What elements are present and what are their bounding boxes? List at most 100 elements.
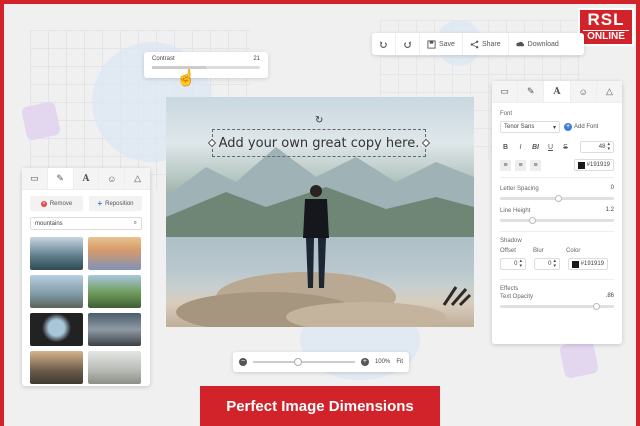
underline-label: U: [547, 143, 554, 151]
line-height-value: 1.2: [605, 207, 614, 213]
bold-italic-button[interactable]: BI: [530, 142, 541, 153]
text-opacity-label: Text Opacity: [500, 294, 534, 300]
share-label: Share: [481, 40, 501, 48]
contrast-slider[interactable]: [152, 66, 260, 69]
emoji-icon: ☺: [578, 86, 588, 97]
text-color-value: #191919: [586, 162, 610, 168]
search-icon[interactable]: ⌕: [134, 220, 137, 227]
caption-banner: Perfect Image Dimensions: [200, 386, 440, 426]
shadow-blur-stepper[interactable]: 0 ▴ ▾: [534, 258, 560, 270]
letter-spacing-value: 0: [610, 185, 614, 191]
zoom-in-button[interactable]: +: [360, 358, 369, 366]
image-thumbnail[interactable]: [88, 313, 141, 346]
slider-knob[interactable]: [528, 217, 536, 224]
shadow-color-value: #191919: [580, 261, 604, 267]
triangle-icon: △: [605, 86, 613, 96]
tab-shapes[interactable]: △: [125, 168, 150, 189]
download-label: Download: [527, 40, 559, 48]
letter-spacing-slider[interactable]: [500, 195, 614, 202]
image-thumbnail[interactable]: [30, 237, 83, 270]
standing-person: [303, 185, 329, 288]
undo-icon: [379, 40, 387, 48]
remove-label: Remove: [49, 200, 73, 207]
zoom-slider[interactable]: [253, 358, 355, 366]
align-right-button[interactable]: ≡: [530, 159, 541, 171]
image-thumbnail[interactable]: [88, 237, 141, 270]
italic-button[interactable]: I: [515, 142, 526, 153]
zoom-out-button[interactable]: −: [239, 358, 247, 366]
image-thumbnail[interactable]: [30, 351, 83, 384]
contrast-label: Contrast: [152, 56, 175, 62]
download-button[interactable]: Download: [509, 33, 566, 55]
caption-text: Perfect Image Dimensions: [226, 397, 414, 415]
tab-images[interactable]: ▭: [22, 168, 48, 189]
redo-icon: [404, 40, 412, 48]
remove-button[interactable]: × Remove: [30, 196, 83, 211]
align-center-button[interactable]: ≡: [515, 159, 526, 171]
stepper-arrows-icon[interactable]: ▴ ▾: [553, 259, 556, 269]
tab-text[interactable]: A: [544, 81, 571, 102]
panel-tabs: ▭ ✎ A ☺ △: [492, 81, 623, 103]
undo-button[interactable]: [372, 33, 396, 55]
image-thumbnail[interactable]: [30, 313, 83, 346]
canvas-text[interactable]: Add your own great copy here.: [219, 136, 420, 151]
strikethrough-button[interactable]: S: [560, 142, 571, 153]
editor-toolbar: Save Share Download: [372, 33, 584, 55]
line-height-slider[interactable]: [500, 217, 614, 224]
canvas-text-box[interactable]: Add your own great copy here.: [212, 129, 426, 157]
tab-emoji[interactable]: ☺: [570, 81, 597, 102]
save-button[interactable]: Save: [420, 33, 463, 55]
tab-draw[interactable]: ✎: [47, 168, 74, 189]
align-left-button[interactable]: ≡: [500, 159, 511, 171]
zoom-fit-button[interactable]: Fit: [396, 359, 403, 365]
rotate-handle-icon[interactable]: ↻: [315, 115, 323, 126]
zoom-percent: 100%: [374, 359, 391, 365]
shadow-color-picker[interactable]: #191919: [568, 258, 608, 270]
image-icon: ▭: [500, 86, 509, 96]
reposition-label: Reposition: [105, 200, 134, 207]
offset-label: Offset: [500, 248, 516, 254]
zoom-slider-knob[interactable]: [293, 358, 302, 366]
color-swatch: [572, 260, 579, 268]
tab-images[interactable]: ▭: [492, 81, 519, 102]
reposition-button[interactable]: + Reposition: [89, 196, 142, 211]
tab-text[interactable]: A: [73, 168, 100, 189]
shadow-offset-stepper[interactable]: 0 ▴ ▾: [500, 258, 526, 270]
image-thumbnail[interactable]: [30, 275, 83, 308]
text-opacity-slider[interactable]: [500, 303, 614, 310]
font-size-stepper[interactable]: 48 ▴ ▾: [580, 141, 614, 153]
logo-bottom-text: ONLINE: [583, 30, 629, 43]
add-font-label: Add Font: [574, 124, 599, 130]
pen-icon: ✎: [56, 173, 64, 183]
search-input[interactable]: mountains ⌕: [30, 217, 142, 230]
divider: [500, 279, 614, 280]
slider-knob[interactable]: [554, 195, 562, 202]
add-font-button[interactable]: + Add Font: [564, 121, 598, 133]
remove-icon: ×: [40, 200, 47, 207]
background-square: [558, 338, 600, 380]
tab-draw[interactable]: ✎: [518, 81, 545, 102]
font-select[interactable]: Tenor Sans ▾: [500, 121, 560, 133]
save-icon: [427, 39, 436, 49]
contrast-control: Contrast 21: [144, 52, 268, 78]
text-settings-panel: ▭ ✎ A ☺ △ Font Tenor Sans ▾ + Add Font B…: [492, 81, 623, 344]
image-thumbnail[interactable]: [88, 351, 141, 384]
italic-label: I: [519, 143, 522, 151]
underline-button[interactable]: U: [545, 142, 556, 153]
font-size-value: 48: [598, 144, 606, 150]
image-thumbnail[interactable]: [88, 275, 141, 308]
shadow-label: Shadow: [500, 238, 522, 244]
bold-button[interactable]: B: [500, 142, 511, 153]
font-label: Font: [500, 111, 513, 117]
divider: [500, 177, 614, 178]
redo-button[interactable]: [396, 33, 420, 55]
contrast-value: 21: [253, 56, 260, 62]
tab-emoji[interactable]: ☺: [99, 168, 126, 189]
plus-icon: +: [97, 199, 103, 208]
stepper-arrows-icon[interactable]: ▴ ▾: [607, 142, 610, 152]
slider-knob[interactable]: [593, 303, 601, 310]
tab-shapes[interactable]: △: [596, 81, 623, 102]
share-button[interactable]: Share: [463, 33, 509, 55]
text-color-picker[interactable]: #191919: [574, 159, 614, 171]
stepper-arrows-icon[interactable]: ▴ ▾: [519, 259, 522, 269]
